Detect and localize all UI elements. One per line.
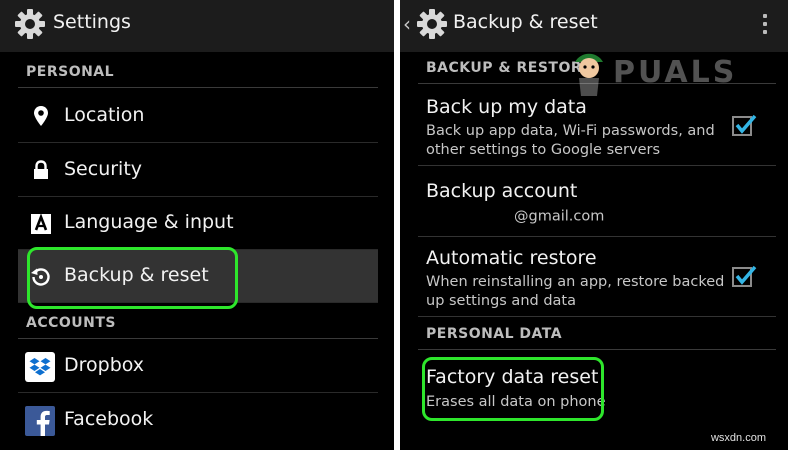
backup-reset-action-bar: ‹ Backup & reset [400, 0, 788, 52]
highlight-annotation-backup-reset [27, 247, 238, 309]
settings-gear-icon [15, 9, 45, 39]
automatic-restore-item[interactable]: Automatic restore When reinstalling an a… [418, 237, 776, 317]
automatic-restore-title: Automatic restore [426, 247, 597, 269]
overflow-menu-icon[interactable] [762, 14, 768, 38]
settings-item-facebook[interactable]: Facebook [18, 394, 378, 447]
settings-item-label: Facebook [64, 408, 154, 430]
lock-icon [34, 160, 48, 179]
appuals-watermark: PUALS [563, 48, 763, 98]
settings-item-location[interactable]: Location [18, 90, 378, 143]
backup-my-data-subtitle: Back up app data, Wi-Fi passwords, and o… [426, 123, 715, 158]
settings-action-bar: Settings [0, 0, 394, 52]
dropbox-icon [25, 352, 55, 382]
backup-reset-title: Backup & reset [453, 11, 598, 33]
settings-item-label: Location [64, 104, 145, 126]
backup-account-email: @gmail.com [438, 206, 738, 227]
backup-account-title: Backup account [426, 180, 578, 202]
settings-item-dropbox[interactable]: Dropbox [18, 340, 378, 393]
back-chevron-icon[interactable]: ‹ [403, 12, 411, 36]
facebook-icon [25, 406, 55, 436]
settings-item-security[interactable]: Security [18, 144, 378, 197]
site-watermark: wsxdn.com [710, 432, 766, 444]
backup-my-data-item[interactable]: Back up my data Back up app data, Wi-Fi … [418, 86, 776, 166]
section-header-personal: PERSONAL [18, 58, 378, 88]
location-pin-icon [34, 106, 48, 126]
settings-item-language-input[interactable]: Language & input [18, 197, 378, 250]
settings-item-label: Language & input [64, 211, 234, 233]
section-header-accounts: ACCOUNTS [18, 309, 378, 339]
backup-my-data-checkbox[interactable] [732, 114, 757, 136]
section-header-personal-data: PERSONAL DATA [418, 320, 776, 350]
checkmark-icon [735, 265, 757, 285]
automatic-restore-subtitle: When reinstalling an app, restore backed… [426, 274, 725, 309]
language-icon [31, 213, 51, 234]
settings-panel: Settings PERSONAL Location Security Lang… [0, 0, 394, 450]
backup-account-email-domain: @gmail.com [514, 208, 605, 225]
backup-my-data-title: Back up my data [426, 96, 587, 118]
settings-item-label: Security [64, 158, 143, 180]
backup-account-item[interactable]: Backup account @gmail.com [418, 166, 776, 237]
checkmark-icon [735, 114, 757, 134]
settings-title: Settings [53, 11, 131, 33]
redacted-email-block [438, 206, 512, 227]
mascot-logo-icon [575, 53, 603, 96]
settings-gear-icon[interactable] [416, 7, 448, 41]
settings-item-label: Dropbox [64, 354, 145, 376]
highlight-annotation-factory-reset [422, 357, 604, 421]
appuals-watermark-text: PUALS [613, 55, 738, 90]
automatic-restore-checkbox[interactable] [732, 265, 757, 287]
